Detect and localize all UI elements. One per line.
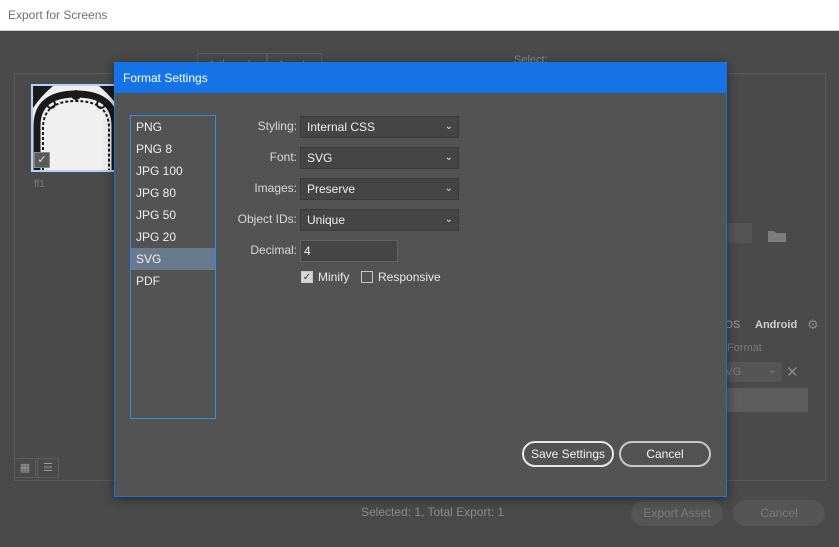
decimal-input[interactable]: 4	[300, 240, 398, 262]
styling-label: Styling:	[257, 119, 297, 133]
font-value: SVG	[307, 151, 333, 165]
window-titlebar: Export for Screens	[0, 0, 839, 31]
chevron-down-icon: ⌄	[444, 183, 453, 194]
window-title: Export for Screens	[8, 8, 108, 22]
dialog-titlebar: Format Settings	[115, 63, 726, 93]
font-label: Font:	[269, 150, 297, 164]
format-label: Format	[727, 342, 762, 354]
minify-label: Minify	[318, 270, 350, 284]
styling-value: Internal CSS	[307, 120, 376, 134]
minify-checkbox[interactable]: ✓	[301, 271, 313, 283]
grid-view-icon[interactable]: ▦	[14, 458, 36, 478]
styling-select[interactable]: Internal CSS ⌄	[300, 116, 459, 138]
chevron-down-icon: ⌄	[444, 214, 453, 225]
chevron-down-icon: ⌄	[768, 365, 777, 376]
format-item-pdf[interactable]: PDF	[131, 270, 215, 292]
chevron-down-icon: ⌄	[444, 121, 453, 132]
responsive-label: Responsive	[378, 270, 441, 284]
artboard-checkbox[interactable]: ✓	[34, 152, 50, 168]
save-settings-button[interactable]: Save Settings	[522, 441, 614, 467]
background-cancel-button[interactable]: Cancel	[733, 500, 825, 526]
dialog-title: Format Settings	[123, 71, 208, 85]
platform-tab-android[interactable]: Android	[755, 319, 797, 331]
gear-icon[interactable]: ⚙	[807, 317, 819, 333]
object-ids-value: Unique	[307, 213, 346, 227]
images-label: Images:	[254, 181, 297, 195]
artboard-label: ff1	[34, 179, 45, 190]
object-ids-label: Object IDs:	[237, 212, 297, 226]
chevron-down-icon: ⌄	[444, 152, 453, 163]
object-ids-select[interactable]: Unique ⌄	[300, 209, 459, 231]
cancel-button[interactable]: Cancel	[619, 441, 711, 467]
format-settings-dialog: Format Settings PNG PNG 8 JPG 100 JPG 80…	[114, 62, 727, 497]
decimal-label: Decimal:	[250, 243, 297, 257]
images-select[interactable]: Preserve ⌄	[300, 178, 459, 200]
export-status: Selected: 1, Total Export: 1	[361, 505, 505, 519]
images-value: Preserve	[307, 182, 356, 196]
responsive-checkbox[interactable]	[361, 271, 373, 283]
add-scale-bar[interactable]	[716, 388, 808, 412]
folder-icon[interactable]	[768, 229, 786, 242]
close-icon[interactable]: ✕	[786, 363, 799, 381]
export-asset-button[interactable]: Export Asset	[631, 500, 723, 526]
font-select[interactable]: SVG ⌄	[300, 147, 459, 169]
list-view-icon[interactable]: ☰	[37, 458, 59, 478]
